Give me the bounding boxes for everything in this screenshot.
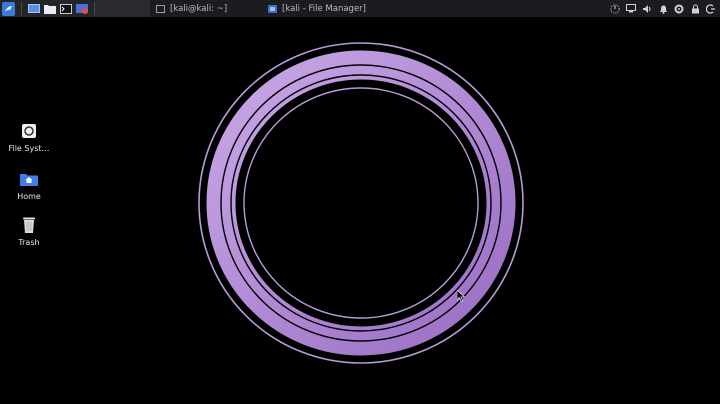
kali-dragon-icon <box>4 5 13 12</box>
browser-launcher-icon[interactable] <box>76 3 89 14</box>
desktop-screen: [kali@kali: ~] [kali - File Manager] Fil… <box>0 0 720 404</box>
kali-menu-button[interactable] <box>2 1 16 16</box>
notification-bell-icon[interactable] <box>658 4 668 14</box>
task-terminal-label: [kali@kali: ~] <box>170 3 228 14</box>
workspace-switcher[interactable] <box>95 0 150 17</box>
mouse-cursor-icon <box>457 290 465 302</box>
terminal-launcher-icon[interactable] <box>60 3 73 14</box>
task-list: [kali@kali: ~] [kali - File Manager] <box>150 0 404 17</box>
task-file-manager-label: [kali - File Manager] <box>282 3 366 14</box>
drive-icon <box>19 121 39 141</box>
desktop-icon-label: File Syst… <box>8 144 50 153</box>
power-settings-icon[interactable] <box>674 4 684 14</box>
home-folder-icon <box>19 169 39 189</box>
panel-separator <box>21 2 23 15</box>
desktop-icon-label: Home <box>17 192 41 201</box>
wallpaper-ring <box>198 42 524 364</box>
file-manager-icon <box>268 4 277 13</box>
show-desktop-icon[interactable] <box>28 3 41 14</box>
top-panel: [kali@kali: ~] [kali - File Manager] <box>0 0 720 17</box>
clock-dial-icon[interactable] <box>610 3 620 14</box>
lock-icon[interactable] <box>690 4 700 14</box>
desktop-icon-trash[interactable]: Trash <box>1 215 57 247</box>
volume-icon[interactable] <box>642 4 652 14</box>
trash-icon <box>19 215 39 235</box>
task-file-manager[interactable]: [kali - File Manager] <box>262 0 404 17</box>
panel-launchers <box>0 0 97 17</box>
task-terminal[interactable]: [kali@kali: ~] <box>150 0 262 17</box>
desktop-icon-file-system[interactable]: File Syst… <box>1 121 57 153</box>
file-manager-launcher-icon[interactable] <box>44 3 57 14</box>
system-tray <box>610 0 720 17</box>
screen-icon[interactable] <box>626 4 636 14</box>
logout-icon[interactable] <box>706 3 716 14</box>
desktop-icon-home[interactable]: Home <box>1 169 57 201</box>
terminal-icon <box>156 4 165 13</box>
desktop-icon-label: Trash <box>18 238 40 247</box>
